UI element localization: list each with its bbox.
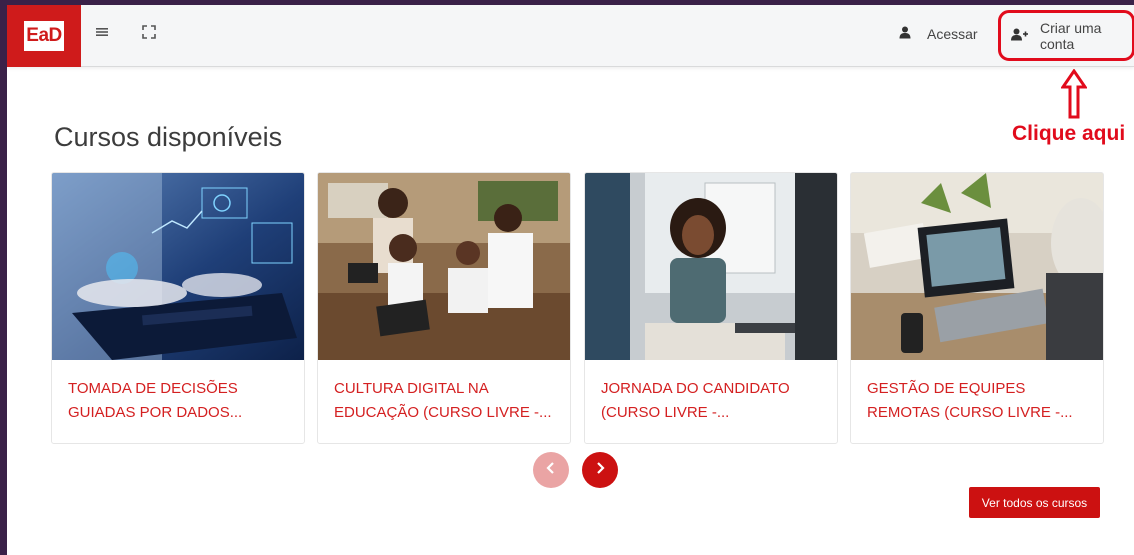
logo-text: EaD bbox=[24, 21, 64, 51]
page-frame: EaD Acessar Criar uma conta Clique aqui … bbox=[7, 5, 1134, 555]
expand-icon[interactable] bbox=[142, 25, 156, 44]
menu-icon[interactable] bbox=[95, 25, 109, 43]
course-image-data-dashboard bbox=[52, 173, 304, 360]
carousel-prev-button[interactable] bbox=[533, 452, 569, 488]
login-label: Acessar bbox=[927, 26, 978, 42]
course-image-students bbox=[318, 173, 570, 360]
course-card[interactable]: JORNADA DO CANDIDATO (CURSO LIVRE -... bbox=[584, 172, 838, 444]
top-navbar: EaD Acessar Criar uma conta bbox=[7, 5, 1134, 67]
page-title: Cursos disponíveis bbox=[54, 122, 283, 152]
chevron-left-icon bbox=[546, 461, 556, 479]
carousel-next-button[interactable] bbox=[582, 452, 618, 488]
course-title[interactable]: JORNADA DO CANDIDATO (CURSO LIVRE -... bbox=[601, 377, 826, 425]
course-card[interactable]: CULTURA DIGITAL NA EDUCAÇÃO (CURSO LIVRE… bbox=[317, 172, 571, 444]
view-all-courses-button[interactable]: Ver todos os cursos bbox=[969, 487, 1100, 518]
course-card[interactable]: GESTÃO DE EQUIPES REMOTAS (CURSO LIVRE -… bbox=[850, 172, 1104, 444]
course-title[interactable]: CULTURA DIGITAL NA EDUCAÇÃO (CURSO LIVRE… bbox=[334, 377, 559, 425]
course-title[interactable]: TOMADA DE DECISÕES GUIADAS POR DADOS... bbox=[68, 377, 293, 425]
user-icon bbox=[899, 26, 911, 42]
course-title[interactable]: GESTÃO DE EQUIPES REMOTAS (CURSO LIVRE -… bbox=[867, 377, 1092, 425]
arrow-up-icon bbox=[1060, 68, 1088, 124]
create-account-label: Criar uma conta bbox=[1040, 19, 1102, 52]
create-account-button[interactable]: Criar uma conta bbox=[998, 10, 1134, 61]
site-logo[interactable]: EaD bbox=[7, 5, 81, 67]
course-image-interview bbox=[585, 173, 837, 360]
chevron-right-icon bbox=[595, 461, 605, 479]
course-card[interactable]: TOMADA DE DECISÕES GUIADAS POR DADOS... bbox=[51, 172, 305, 444]
user-plus-icon bbox=[1011, 28, 1028, 44]
login-link[interactable]: Acessar bbox=[899, 26, 978, 42]
course-image-video-call bbox=[851, 173, 1103, 360]
click-here-annotation: Clique aqui bbox=[1012, 122, 1126, 145]
